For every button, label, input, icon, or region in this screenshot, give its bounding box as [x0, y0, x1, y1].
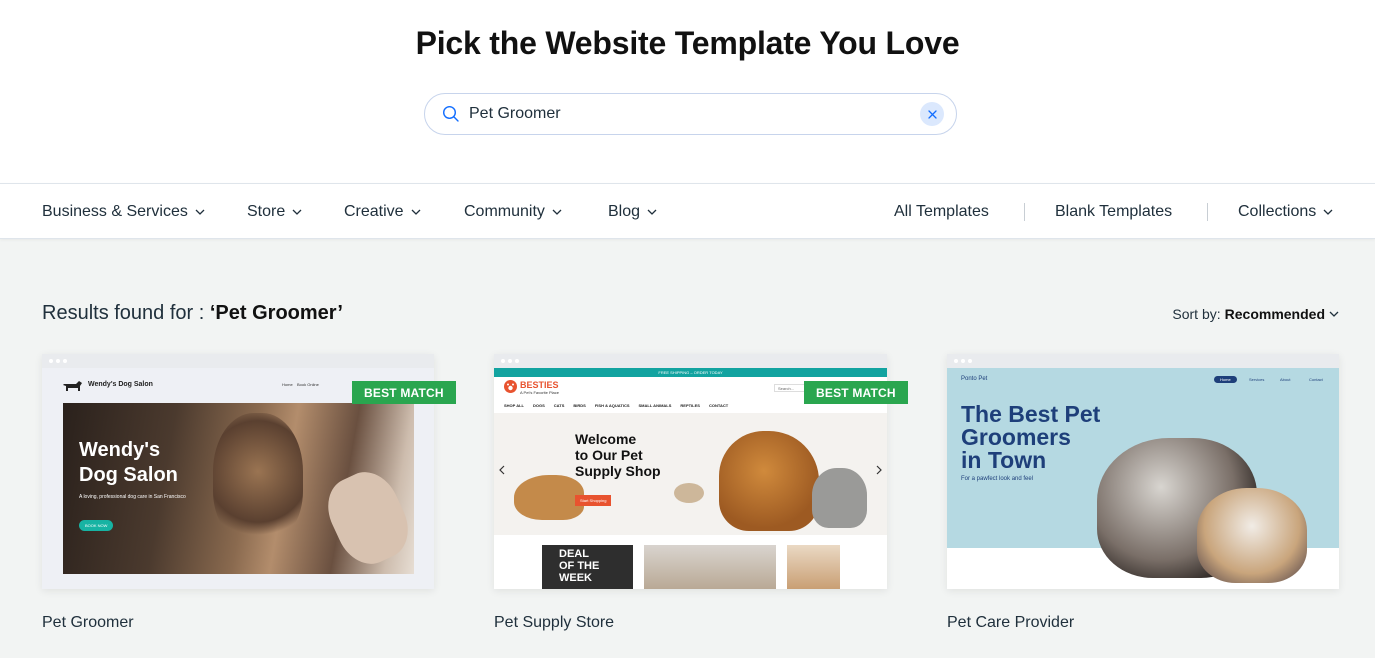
preview-menu-item: SHOP ALL [504, 403, 525, 408]
preview-headline: Dog Salon [79, 464, 178, 486]
preview-brand-sub: A Pet's Favorite Place [520, 390, 560, 395]
dog-logo-icon [63, 381, 82, 391]
results-query: ‘Pet Groomer’ [209, 302, 343, 324]
chevron-down-icon [647, 209, 657, 215]
nav-label: Store [247, 203, 286, 220]
preview-headline: in Town [961, 447, 1047, 473]
preview-brand: Wendy's Dog Salon [88, 381, 153, 388]
preview-brand: Ponto Pet [961, 376, 988, 382]
close-icon [927, 109, 937, 119]
preview-deal-text: OF THE [559, 560, 600, 572]
page-title: Pick the Website Template You Love [415, 25, 960, 61]
preview-tagline: For a pawfect look and feel [961, 476, 1034, 482]
nav-label: Business & Services [42, 203, 188, 220]
category-nav: Business & Services Store Creative Commu… [0, 183, 1375, 239]
results-prefix: Results found for : [42, 302, 205, 324]
nav-label: Collections [1238, 203, 1317, 220]
sort-label: Sort by: [1172, 306, 1221, 322]
divider [1024, 203, 1025, 221]
preview-menu-item: BIRDS [573, 403, 586, 408]
search-icon [442, 105, 459, 122]
best-match-badge: BEST MATCH [352, 381, 456, 404]
preview-headline: The Best Pet [961, 401, 1101, 427]
browser-bar [494, 354, 887, 368]
chevron-left-icon [499, 465, 505, 475]
nav-label: Creative [344, 203, 404, 220]
preview-nav-item: Home [282, 382, 293, 387]
template-name[interactable]: Pet Supply Store [494, 614, 614, 632]
preview-cat-photo [1197, 488, 1307, 583]
preview-cta: Start Shopping [575, 495, 612, 506]
template-card-pet-care-provider[interactable]: Ponto Pet Home Services About Contact Th… [947, 354, 1339, 589]
preview-headline: to Our Pet [575, 447, 643, 463]
preview-nav-item: Services [1249, 377, 1265, 382]
preview-deal-text: DEAL [559, 548, 589, 560]
chevron-down-icon [411, 209, 421, 215]
nav-collections[interactable]: Collections [1238, 203, 1333, 221]
chevron-down-icon [1323, 209, 1333, 215]
nav-community[interactable]: Community [464, 203, 562, 221]
search-bar[interactable]: Pet Groomer [424, 93, 957, 135]
preview-deal-text: WEEK [559, 572, 592, 584]
template-name[interactable]: Pet Care Provider [947, 614, 1074, 632]
preview-product-tile [787, 545, 840, 589]
results-heading: Results found for : ‘Pet Groomer’ [42, 302, 343, 325]
clear-search-button[interactable] [920, 102, 944, 126]
nav-blog[interactable]: Blog [608, 203, 657, 221]
preview-deal-tile: DEAL OF THE WEEK [542, 545, 633, 589]
divider [1207, 203, 1208, 221]
nav-label: Community [464, 203, 545, 220]
preview-nav-item: Book Online [297, 382, 319, 387]
preview-tagline: A loving, professional dog care in San F… [79, 494, 186, 500]
chevron-down-icon [1329, 311, 1339, 317]
chevron-down-icon [195, 209, 205, 215]
chevron-down-icon [292, 209, 302, 215]
nav-blank-templates[interactable]: Blank Templates [1055, 203, 1172, 221]
preview-menu-item: CATS [553, 403, 565, 408]
template-preview: Ponto Pet Home Services About Contact Th… [947, 368, 1339, 589]
template-name[interactable]: Pet Groomer [42, 614, 134, 632]
nav-label: Blog [608, 203, 641, 220]
nav-business-services[interactable]: Business & Services [42, 203, 205, 221]
preview-hero: Welcome to Our Pet Supply Shop Start Sho… [494, 413, 887, 535]
browser-bar [947, 354, 1339, 368]
chevron-down-icon [552, 209, 562, 215]
preview-banner: FREE SHIPPING – ORDER TODAY [494, 368, 887, 377]
preview-product-tile [644, 545, 776, 589]
search-input[interactable]: Pet Groomer [469, 105, 561, 123]
preview-headline: Welcome [575, 431, 637, 447]
preview-menu-item: CONTACT [708, 403, 729, 408]
preview-cta: BOOK NOW [79, 520, 114, 531]
chevron-right-icon [876, 465, 882, 475]
sort-dropdown[interactable]: Sort by: Recommended [1172, 306, 1339, 322]
sort-value: Recommended [1224, 306, 1325, 322]
preview-brand: BESTIES [520, 380, 559, 390]
preview-headline: Supply Shop [575, 463, 661, 479]
preview-nav-item: About [1280, 377, 1291, 382]
paw-logo-icon [504, 380, 517, 393]
best-match-badge: BEST MATCH [804, 381, 908, 404]
nav-creative[interactable]: Creative [344, 203, 421, 221]
browser-bar [42, 354, 434, 368]
nav-label: All Templates [894, 203, 989, 220]
preview-headline: Groomers [961, 424, 1071, 450]
preview-nav-item: Home [1214, 376, 1237, 383]
preview-menu-item: DOGS [533, 403, 545, 408]
hero-photo: Wendy's Dog Salon A loving, professional… [63, 403, 419, 574]
preview-menu-item: FISH & AQUATICS [594, 403, 630, 408]
preview-headline: Wendy's [79, 439, 161, 461]
nav-label: Blank Templates [1055, 203, 1173, 220]
preview-menu-item: REPTILES [680, 403, 700, 408]
preview-menu: SHOP ALL DOGS CATS BIRDS FISH & AQUATICS… [504, 403, 728, 408]
nav-all-templates[interactable]: All Templates [894, 203, 989, 221]
nav-store[interactable]: Store [247, 203, 302, 221]
preview-menu-item: SMALL ANIMALS [638, 403, 672, 408]
preview-nav-item: Contact [1309, 377, 1323, 382]
preview-search: Search... [774, 384, 806, 392]
hero-section: Pick the Website Template You Love Pet G… [0, 0, 1375, 184]
